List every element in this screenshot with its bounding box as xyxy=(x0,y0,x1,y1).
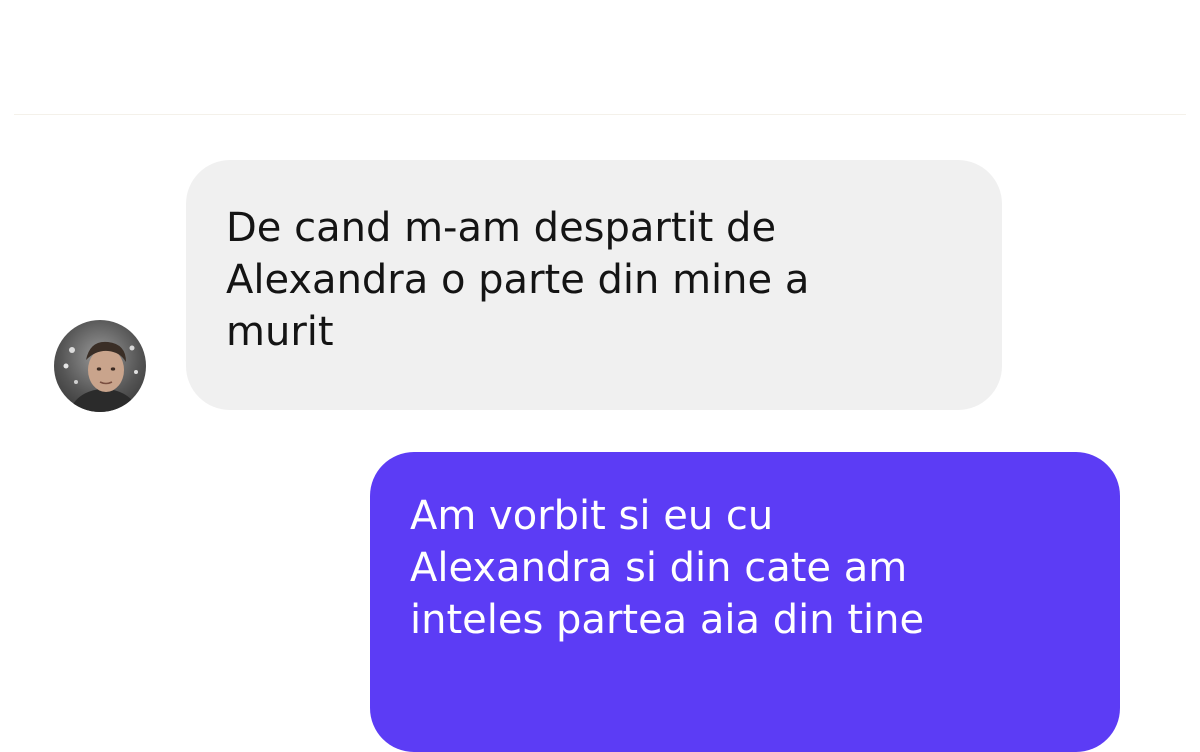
contact-avatar[interactable] xyxy=(54,320,146,412)
incoming-message-bubble[interactable]: De cand m-am despartit de Alexandra o pa… xyxy=(186,160,1002,410)
person-photo-icon xyxy=(63,341,138,412)
header-divider xyxy=(14,114,1186,115)
outgoing-message-bubble[interactable]: Am vorbit si eu cu Alexandra si din cate… xyxy=(370,452,1120,752)
